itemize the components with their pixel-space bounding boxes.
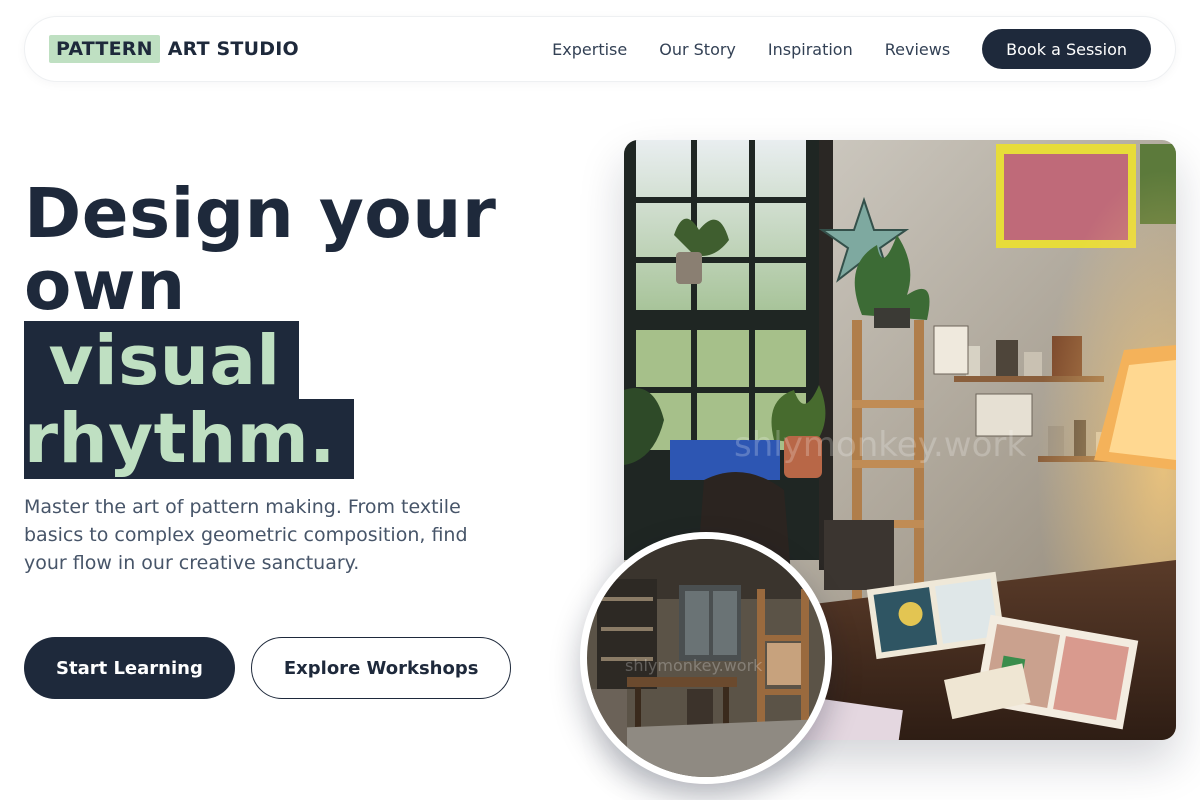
hero-description: Master the art of pattern making. From t… [24,496,468,574]
nav-right: Expertise Our Story Inspiration Reviews … [552,29,1151,69]
hero-cta-row: Start Learning Explore Workshops [24,637,512,699]
studio-interior-photo: shlymonkey.work [580,532,832,784]
brand-logo-highlight: PATTERN [49,35,160,63]
book-session-button[interactable]: Book a Session [982,29,1151,69]
nav-links: Expertise Our Story Inspiration Reviews [552,40,950,59]
hero-title-line-1: Design your [24,174,497,254]
hero-title: Design your own visual rhythm. [24,174,584,479]
start-learning-button[interactable]: Start Learning [24,637,235,699]
explore-workshops-button[interactable]: Explore Workshops [250,637,512,699]
hero-title-highlight-1: visual [24,321,299,401]
hero-title-highlight-2: rhythm. [24,399,354,479]
nav-link-inspiration[interactable]: Inspiration [768,40,853,59]
nav-link-reviews[interactable]: Reviews [885,40,950,59]
navbar: PATTERN ART STUDIO Expertise Our Story I… [24,16,1176,82]
svg-text:shlymonkey.work: shlymonkey.work [625,656,763,675]
hero-title-line-2: own [24,246,186,326]
nav-link-our-story[interactable]: Our Story [659,40,736,59]
brand-logo-text: ART STUDIO [167,38,299,60]
svg-text:shlymonkey.work: shlymonkey.work [734,425,1026,465]
nav-link-expertise[interactable]: Expertise [552,40,627,59]
landing-page: PATTERN ART STUDIO Expertise Our Story I… [0,0,1200,800]
brand-logo[interactable]: PATTERN ART STUDIO [49,35,299,63]
